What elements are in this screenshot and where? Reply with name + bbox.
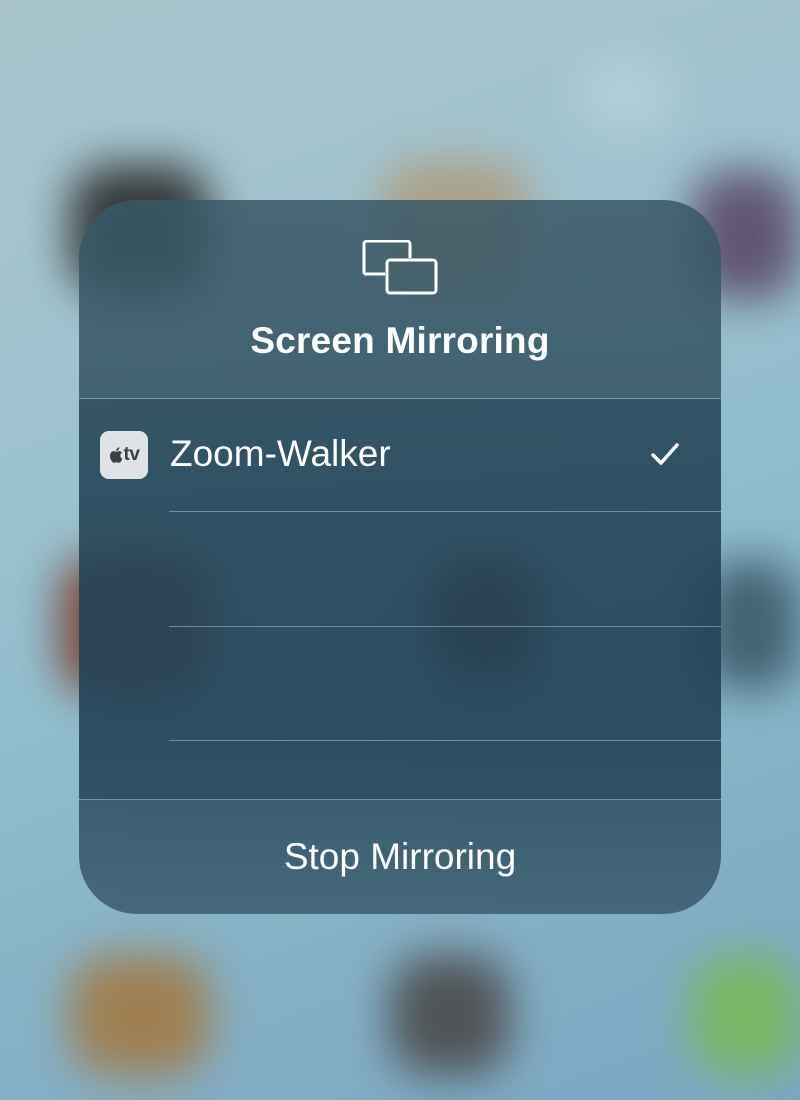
background-app-icon (390, 955, 510, 1075)
device-list: tv Zoom-Walker (79, 399, 721, 799)
background-app-icon (70, 955, 210, 1075)
screen-mirroring-icon (362, 240, 438, 295)
empty-device-row (79, 512, 721, 624)
screen-mirroring-sheet: Screen Mirroring tv Zoom-Walker Stop Mir… (79, 200, 721, 914)
device-name: Zoom-Walker (170, 433, 391, 474)
background-app-icon (690, 955, 800, 1075)
device-row-zoom-walker[interactable]: tv Zoom-Walker (79, 399, 721, 511)
stop-mirroring-button[interactable]: Stop Mirroring (79, 800, 721, 914)
tv-badge-label: tv (123, 444, 140, 465)
apple-logo-icon (109, 447, 122, 463)
checkmark-icon (651, 443, 679, 465)
sheet-title: Screen Mirroring (250, 320, 550, 361)
sheet-header: Screen Mirroring (79, 200, 721, 398)
background-app-icon (580, 60, 670, 130)
empty-device-row (79, 627, 721, 739)
list-divider (169, 740, 721, 741)
apple-tv-badge: tv (100, 431, 148, 479)
